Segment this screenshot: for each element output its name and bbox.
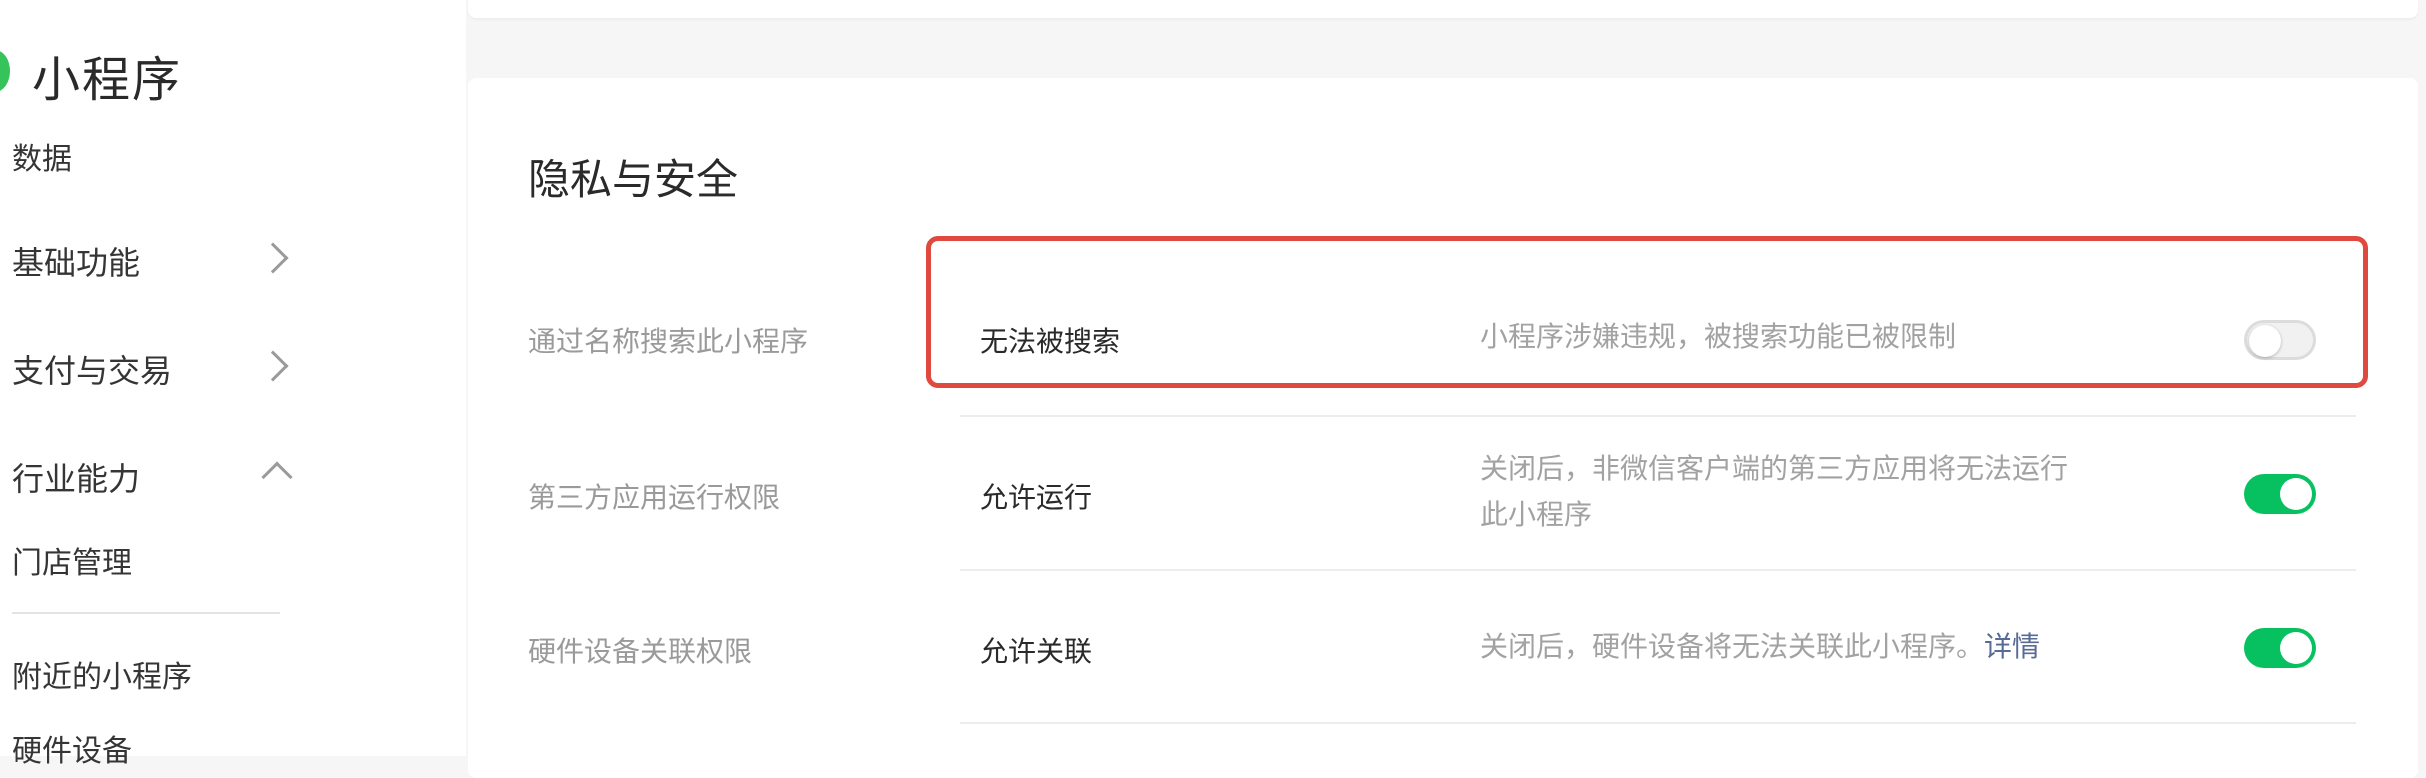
row-divider bbox=[960, 415, 2356, 417]
setting-label-search: 通过名称搜索此小程序 bbox=[528, 325, 809, 358]
row-divider bbox=[960, 569, 2356, 571]
sidebar-group-payment[interactable]: 支付与交易 bbox=[12, 346, 172, 392]
setting-desc-third-party: 关闭后，非微信客户端的第三方应用将无法运行 此小程序 bbox=[1480, 446, 2100, 538]
chevron-up-icon[interactable] bbox=[261, 461, 293, 493]
sidebar-item-data[interactable]: 数据 bbox=[12, 134, 72, 178]
details-link[interactable]: 详情 bbox=[1984, 630, 2040, 663]
desc-line: 关闭后，非微信客户端的第三方应用将无法运行 bbox=[1480, 452, 2069, 485]
logo-icon bbox=[0, 50, 10, 92]
sidebar-group-industry[interactable]: 行业能力 bbox=[12, 454, 140, 500]
third-party-toggle[interactable] bbox=[2244, 474, 2316, 514]
setting-desc-hardware: 关闭后，硬件设备将无法关联此小程序。详情 bbox=[1480, 624, 2100, 670]
toggle-knob bbox=[2280, 478, 2312, 510]
hardware-toggle[interactable] bbox=[2244, 628, 2316, 668]
row-divider bbox=[960, 722, 2356, 724]
setting-label-hardware: 硬件设备关联权限 bbox=[528, 635, 753, 668]
sidebar-group-basic[interactable]: 基础功能 bbox=[12, 238, 140, 284]
brand-title: 小程序 bbox=[32, 52, 183, 108]
desc-text: 关闭后，硬件设备将无法关联此小程序。 bbox=[1480, 630, 1985, 663]
highlight-annotation bbox=[926, 236, 2368, 388]
sidebar-item-store-management[interactable]: 门店管理 bbox=[12, 538, 132, 582]
setting-value-hardware: 允许关联 bbox=[980, 635, 1093, 668]
chevron-right-icon[interactable] bbox=[257, 350, 289, 382]
chevron-right-icon[interactable] bbox=[257, 242, 289, 274]
setting-value-third-party: 允许运行 bbox=[980, 481, 1093, 514]
setting-label-third-party: 第三方应用运行权限 bbox=[528, 481, 781, 514]
sidebar-item-hardware[interactable]: 硬件设备 bbox=[12, 726, 132, 770]
sidebar-item-nearby-miniprogram[interactable]: 附近的小程序 bbox=[12, 652, 192, 696]
desc-line: 此小程序 bbox=[1480, 498, 1593, 531]
toggle-knob bbox=[2280, 632, 2312, 664]
section-title: 隐私与安全 bbox=[528, 155, 739, 204]
sidebar-divider bbox=[12, 612, 280, 614]
privacy-security-card bbox=[468, 78, 2418, 778]
previous-card bbox=[468, 0, 2418, 18]
sidebar: 小程序 数据 基础功能 支付与交易 行业能力 门店管理 附近的小程序 硬件设备 bbox=[0, 0, 466, 769]
